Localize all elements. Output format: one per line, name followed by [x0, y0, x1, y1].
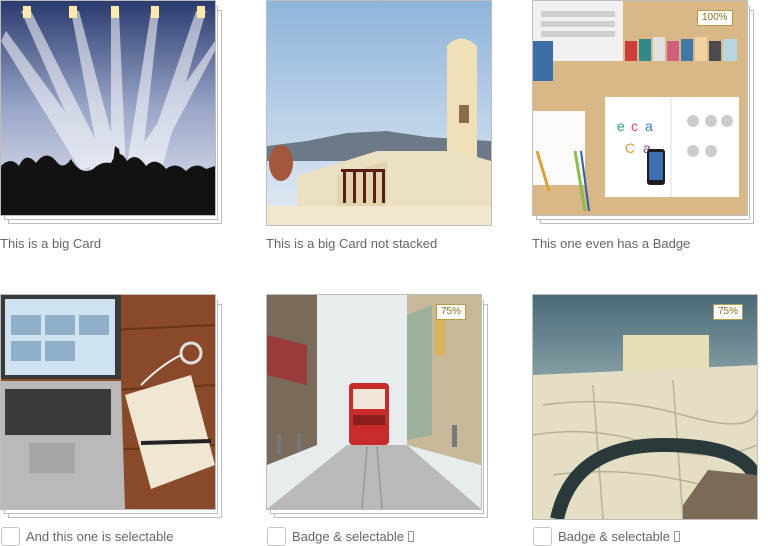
card-caption: And this one is selectable: [26, 529, 174, 544]
laptop-image: [0, 294, 216, 510]
select-checkbox[interactable]: [267, 527, 286, 546]
concert-image: [0, 0, 216, 216]
info-icon[interactable]: [674, 531, 681, 542]
santorini-image: [266, 0, 492, 226]
svg-text:c: c: [631, 118, 638, 134]
progress-badge: 75%: [436, 304, 467, 320]
card-caption: This is a big Card: [0, 236, 102, 251]
card-caption-with-icon: Badge & selectable: [292, 529, 415, 544]
info-icon[interactable]: [408, 531, 415, 542]
tram-image: [266, 294, 482, 510]
svg-text:C: C: [625, 140, 635, 156]
select-checkbox[interactable]: [533, 527, 552, 546]
progress-badge: 100%: [697, 10, 733, 26]
select-checkbox[interactable]: [1, 527, 20, 546]
card-caption: This is a big Card not stacked: [266, 236, 438, 251]
svg-text:e: e: [617, 118, 625, 134]
map-image: [532, 294, 758, 520]
progress-badge: 75%: [713, 304, 744, 320]
card-caption: Badge & selectable: [558, 529, 671, 544]
desk-image: e c a C a: [532, 0, 748, 216]
card-caption-with-icon: Badge & selectable: [558, 529, 681, 544]
card-caption: Badge & selectable: [292, 529, 405, 544]
card-caption: This one even has a Badge: [532, 236, 691, 251]
svg-text:a: a: [645, 118, 653, 134]
